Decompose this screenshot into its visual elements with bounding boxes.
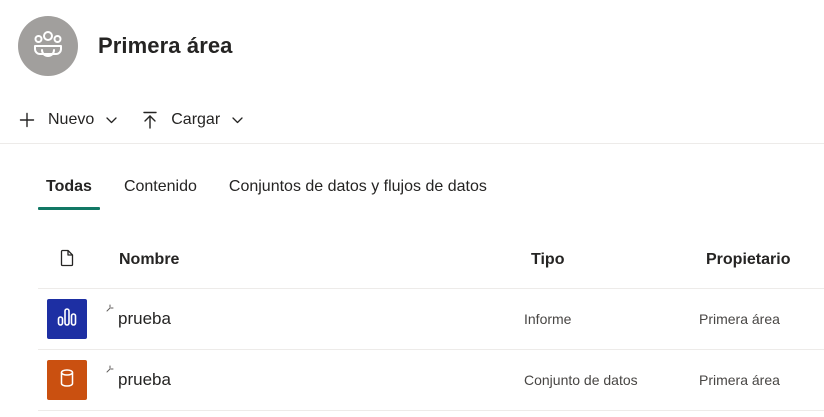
page-title: Primera área [98, 33, 233, 58]
column-header-name[interactable]: Nombre [96, 251, 524, 269]
item-name-link[interactable]: prueba [118, 309, 171, 328]
item-icon-cell [38, 299, 96, 339]
item-name-link[interactable]: prueba [118, 370, 171, 389]
dataset-cylinder-icon [60, 368, 74, 392]
tab-content[interactable]: Contenido [116, 172, 205, 208]
people-group-icon [31, 27, 65, 66]
item-owner-cell: Primera área [699, 311, 780, 327]
chevron-down-icon [105, 114, 117, 126]
upload-button[interactable]: Cargar [141, 104, 243, 136]
item-type-cell: Informe [524, 311, 572, 327]
table-header: Nombre Tipo Propietario [38, 232, 824, 289]
upload-icon [141, 111, 159, 129]
new-button-label: Nuevo [48, 111, 95, 128]
workspace-avatar [18, 16, 78, 76]
new-item-sparkle-icon [106, 358, 114, 373]
new-item-sparkle-icon [106, 297, 114, 312]
item-name-cell: prueba [96, 304, 524, 329]
items-table: Nombre Tipo Propietario prueba Informe P… [38, 232, 824, 411]
chevron-down-icon [231, 114, 243, 126]
dataset-tile [47, 360, 87, 400]
table-row[interactable]: prueba Informe Primera área [38, 289, 824, 350]
item-owner-cell: Primera área [699, 372, 780, 388]
report-bar-chart-icon [57, 307, 77, 331]
toolbar-divider [0, 143, 824, 144]
new-button[interactable]: Nuevo [18, 104, 117, 136]
column-header-owner[interactable]: Propietario [699, 251, 824, 269]
upload-button-label: Cargar [171, 111, 221, 128]
report-tile [47, 299, 87, 339]
column-header-type[interactable]: Tipo [524, 251, 699, 269]
item-name-cell: prueba [96, 365, 524, 390]
item-icon-cell [38, 360, 96, 400]
document-icon [60, 249, 74, 272]
plus-icon [18, 111, 36, 129]
tab-datasets-dataflows[interactable]: Conjuntos de datos y flujos de datos [221, 172, 495, 208]
item-type-cell: Conjunto de datos [524, 372, 638, 388]
column-header-type-icon [38, 249, 96, 272]
table-row[interactable]: prueba Conjunto de datos Primera área [38, 350, 824, 411]
workspace-header: Primera área [18, 16, 233, 76]
tab-list: Todas Contenido Conjuntos de datos y flu… [38, 172, 495, 210]
toolbar: Nuevo Cargar [18, 104, 243, 136]
tab-all[interactable]: Todas [38, 172, 100, 210]
